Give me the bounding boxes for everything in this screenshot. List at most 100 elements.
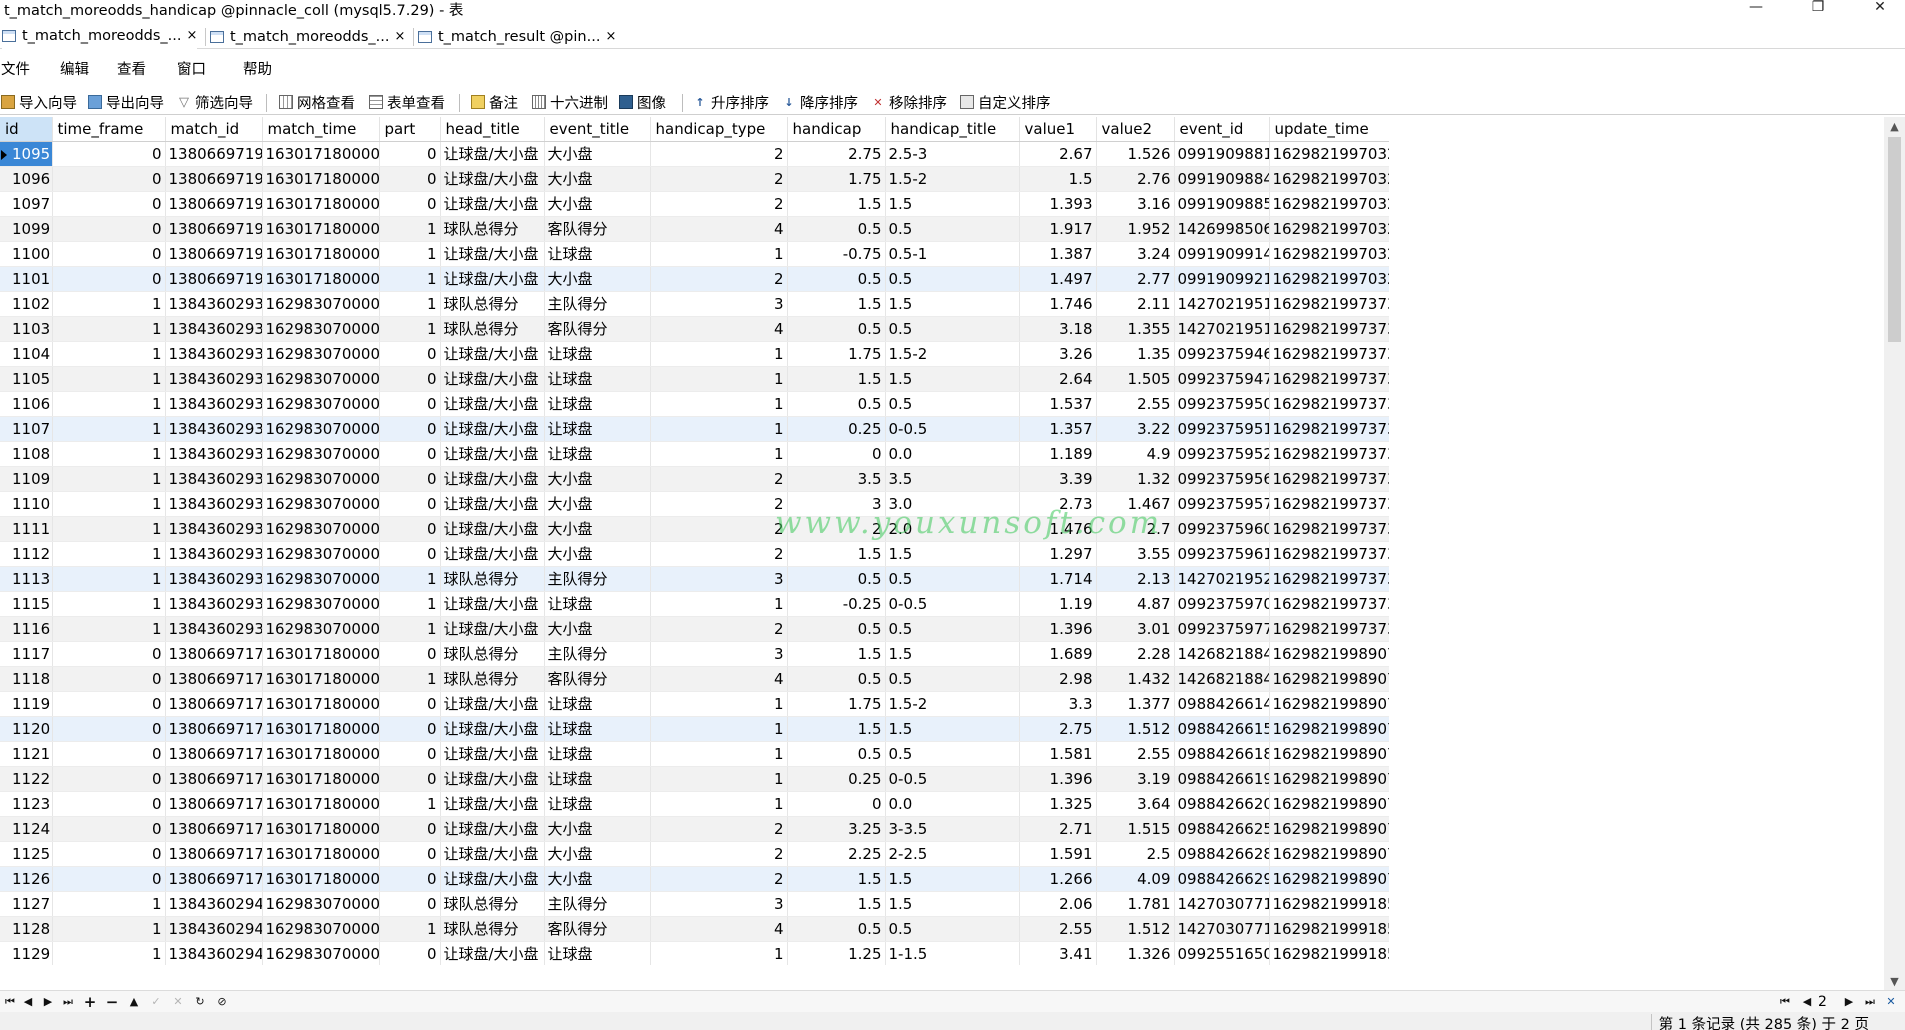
- cell-handicap[interactable]: 0: [787, 791, 886, 817]
- cell-id[interactable]: 1095: [0, 141, 53, 167]
- cell-id[interactable]: 1117: [0, 641, 53, 667]
- cell-event-id[interactable]: 1427021952: [1174, 566, 1270, 592]
- cell-match-id[interactable]: 1380669717: [165, 716, 263, 742]
- cell-update-time[interactable]: 1629821998907: [1269, 766, 1389, 792]
- cell-event-title[interactable]: 让球盘: [544, 391, 651, 417]
- cell-part[interactable]: 0: [379, 341, 441, 367]
- stop-icon[interactable]: ⊘: [212, 992, 232, 1012]
- table-row[interactable]: 1117 0 1380669717 1630171800000 0 球队总得分 主队得分 3 1…: [0, 641, 1389, 667]
- tab-moreodds-handicap[interactable]: t_match_moreodds_... ×: [2, 24, 198, 49]
- cell-event-title[interactable]: 让球盘: [544, 791, 651, 817]
- cell-value2[interactable]: 4.87: [1096, 591, 1175, 617]
- cell-time-frame[interactable]: 1: [52, 616, 166, 642]
- cell-match-id[interactable]: 1384360293: [165, 366, 263, 392]
- cell-handicap-title[interactable]: 0.5: [885, 666, 1020, 692]
- cell-time-frame[interactable]: 0: [52, 141, 166, 167]
- cell-handicap[interactable]: 1.75: [787, 166, 886, 192]
- table-row[interactable]: 1100 0 1380669719 1630171800000 1 让球盘/大小盘 让球盘 1…: [0, 241, 1389, 267]
- tab-match-result[interactable]: t_match_result @pin... ×: [418, 24, 616, 49]
- cell-update-time[interactable]: 1629821997373: [1269, 341, 1389, 367]
- cell-handicap-title[interactable]: 1.5: [885, 641, 1020, 667]
- cell-head-title[interactable]: 球队总得分: [440, 641, 545, 667]
- cell-id[interactable]: 1112: [0, 541, 53, 567]
- cell-match-time[interactable]: 1630171800000: [262, 866, 380, 892]
- cell-event-id[interactable]: 1426998506: [1174, 216, 1270, 242]
- cell-handicap-title[interactable]: 1.5: [885, 866, 1020, 892]
- cell-update-time[interactable]: 1629821997373: [1269, 391, 1389, 417]
- menu-view[interactable]: 查看: [117, 58, 146, 79]
- cell-handicap-type[interactable]: 3: [650, 641, 788, 667]
- cell-handicap[interactable]: 0: [787, 441, 886, 467]
- cell-event-id[interactable]: 0988426620: [1174, 791, 1270, 817]
- cell-update-time[interactable]: 1629821997032: [1269, 216, 1389, 242]
- cell-handicap-type[interactable]: 1: [650, 441, 788, 467]
- cell-part[interactable]: 0: [379, 941, 441, 965]
- cell-handicap-type[interactable]: 1: [650, 766, 788, 792]
- last-page-icon[interactable]: ⏭: [1860, 992, 1880, 1012]
- column-header-head-title[interactable]: head_title: [440, 117, 545, 142]
- cell-handicap-title[interactable]: 3-3.5: [885, 816, 1020, 842]
- cell-event-title[interactable]: 主队得分: [544, 566, 651, 592]
- cell-head-title[interactable]: 让球盘/大小盘: [440, 341, 545, 367]
- cell-id[interactable]: 1096: [0, 166, 53, 192]
- cell-handicap-type[interactable]: 4: [650, 666, 788, 692]
- cell-time-frame[interactable]: 1: [52, 541, 166, 567]
- cell-update-time[interactable]: 1629821998907: [1269, 791, 1389, 817]
- cell-handicap-title[interactable]: 1.5-2: [885, 166, 1020, 192]
- cell-value2[interactable]: 4.9: [1096, 441, 1175, 467]
- cell-id[interactable]: 1124: [0, 816, 53, 842]
- cell-handicap-type[interactable]: 4: [650, 316, 788, 342]
- cell-event-id[interactable]: 0992375946: [1174, 341, 1270, 367]
- cell-handicap-title[interactable]: 0.0: [885, 791, 1020, 817]
- cell-time-frame[interactable]: 1: [52, 941, 166, 965]
- cell-match-time[interactable]: 1630171800000: [262, 841, 380, 867]
- cell-match-time[interactable]: 1630171800000: [262, 741, 380, 767]
- cell-value2[interactable]: 3.55: [1096, 541, 1175, 567]
- first-page-icon[interactable]: ⏮: [1775, 992, 1795, 1012]
- cell-time-frame[interactable]: 1: [52, 416, 166, 442]
- cell-value1[interactable]: 1.19: [1019, 591, 1097, 617]
- cell-head-title[interactable]: 让球盘/大小盘: [440, 716, 545, 742]
- cell-update-time[interactable]: 1629821998907: [1269, 816, 1389, 842]
- table-row[interactable]: 1109 1 1384360293 1629830700000 0 让球盘/大小盘 大小盘 2…: [0, 466, 1389, 492]
- cell-match-id[interactable]: 1384360293: [165, 591, 263, 617]
- table-row[interactable]: 1102 1 1384360293 1629830700000 1 球队总得分 主队得分 3 1…: [0, 291, 1389, 317]
- cell-handicap-title[interactable]: 1.5: [885, 291, 1020, 317]
- table-row[interactable]: 1125 0 1380669717 1630171800000 0 让球盘/大小盘 大小盘 2…: [0, 841, 1389, 867]
- column-header-part[interactable]: part: [379, 117, 441, 142]
- cell-match-time[interactable]: 1629830700000: [262, 466, 380, 492]
- cell-update-time[interactable]: 1629821997032: [1269, 166, 1389, 192]
- cell-match-id[interactable]: 1384360293: [165, 416, 263, 442]
- cell-event-id[interactable]: 0992375960: [1174, 516, 1270, 542]
- cell-handicap-title[interactable]: 0.5: [885, 616, 1020, 642]
- cell-update-time[interactable]: 1629821997373: [1269, 291, 1389, 317]
- cell-event-id[interactable]: 0991909921: [1174, 266, 1270, 292]
- cell-update-time[interactable]: 1629821997373: [1269, 416, 1389, 442]
- cell-event-title[interactable]: 客队得分: [544, 216, 651, 242]
- cell-head-title[interactable]: 球队总得分: [440, 891, 545, 917]
- cell-match-id[interactable]: 1380669717: [165, 691, 263, 717]
- cell-handicap[interactable]: 1.5: [787, 641, 886, 667]
- delete-record-icon[interactable]: −: [102, 992, 122, 1012]
- cell-update-time[interactable]: 1629821997032: [1269, 191, 1389, 217]
- table-row[interactable]: 1104 1 1384360293 1629830700000 0 让球盘/大小盘 让球盘 1…: [0, 341, 1389, 367]
- table-row[interactable]: 1121 0 1380669717 1630171800000 0 让球盘/大小盘 让球盘 1…: [0, 741, 1389, 767]
- cell-handicap-title[interactable]: 0.5: [885, 316, 1020, 342]
- cell-match-id[interactable]: 1380669717: [165, 866, 263, 892]
- cell-id[interactable]: 1127: [0, 891, 53, 917]
- cell-value2[interactable]: 1.326: [1096, 941, 1175, 965]
- cell-handicap[interactable]: 0.5: [787, 666, 886, 692]
- cell-match-time[interactable]: 1629830700000: [262, 366, 380, 392]
- cell-handicap-title[interactable]: 0.5: [885, 916, 1020, 942]
- cell-handicap[interactable]: 1.25: [787, 941, 886, 965]
- cell-event-id[interactable]: 0988426625: [1174, 816, 1270, 842]
- close-window-icon[interactable]: ✕: [1860, 0, 1900, 16]
- cell-id[interactable]: 1111: [0, 516, 53, 542]
- cell-handicap-title[interactable]: 0.5-1: [885, 241, 1020, 267]
- table-row[interactable]: 1126 0 1380669717 1630171800000 0 让球盘/大小盘 大小盘 2…: [0, 866, 1389, 892]
- cell-update-time[interactable]: 1629821998907: [1269, 691, 1389, 717]
- cell-handicap[interactable]: 2.75: [787, 141, 886, 167]
- cell-value2[interactable]: 3.24: [1096, 241, 1175, 267]
- cell-time-frame[interactable]: 0: [52, 691, 166, 717]
- table-row[interactable]: 1099 0 1380669719 1630171800000 1 球队总得分 客队得分 4 0…: [0, 216, 1389, 242]
